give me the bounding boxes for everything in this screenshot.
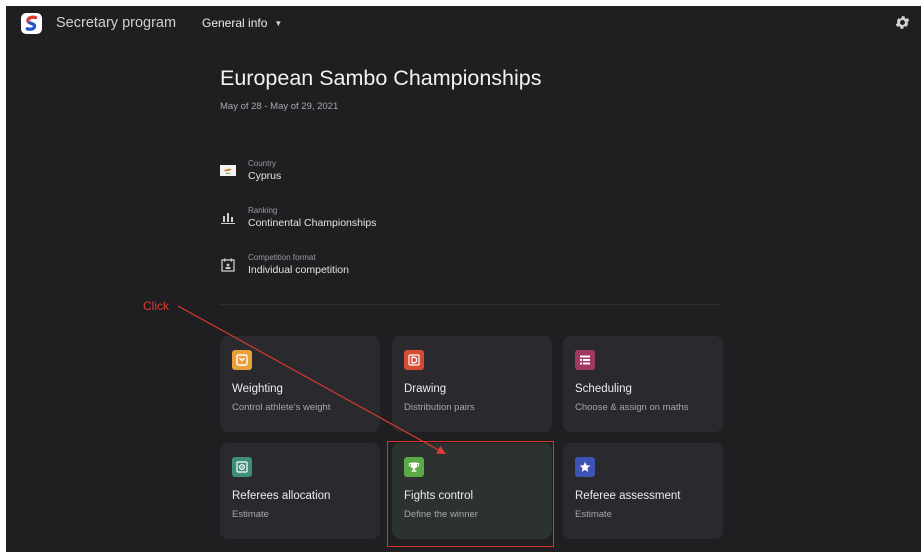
info-label: Ranking <box>248 206 278 215</box>
calendar-person-icon <box>219 256 236 273</box>
card-subtitle: Choose & assign on maths <box>575 402 689 413</box>
app-window: Secretary program General info ▼ Europea… <box>6 6 921 552</box>
card-drawing[interactable]: Drawing Distribution pairs <box>392 336 552 432</box>
event-title: European Sambo Championships <box>220 66 542 90</box>
info-country: Country Cyprus <box>219 158 281 183</box>
settings-gear-icon[interactable] <box>894 14 911 31</box>
target-icon <box>232 457 252 477</box>
card-subtitle: Control athlete's weight <box>232 402 331 413</box>
card-title: Scheduling <box>575 383 632 395</box>
card-title: Referee assessment <box>575 490 681 502</box>
app-logo-icon[interactable] <box>21 13 42 34</box>
divider <box>220 304 720 305</box>
info-label: Competition format <box>248 253 316 262</box>
scale-icon <box>232 350 252 370</box>
letter-d-icon <box>404 350 424 370</box>
general-info-label: General info <box>202 16 268 30</box>
card-title: Referees allocation <box>232 490 331 502</box>
card-subtitle: Estimate <box>232 509 269 520</box>
star-icon <box>575 457 595 477</box>
info-value: Individual competition <box>248 264 349 276</box>
event-dates: May of 28 - May of 29, 2021 <box>220 101 339 112</box>
card-title: Drawing <box>404 383 447 395</box>
card-title: Fights control <box>404 490 474 502</box>
list-icon <box>575 350 595 370</box>
card-subtitle: Define the winner <box>404 509 478 520</box>
card-title: Weighting <box>232 383 283 395</box>
bar-chart-icon <box>219 209 236 226</box>
card-referee-assessment[interactable]: Referee assessment Estimate <box>563 443 723 539</box>
card-fights-control[interactable]: Fights control Define the winner <box>392 443 552 539</box>
general-info-dropdown[interactable]: General info ▼ <box>202 16 282 30</box>
card-referees-allocation[interactable]: Referees allocation Estimate <box>220 443 380 539</box>
click-annotation-label: Click <box>143 299 169 313</box>
trophy-icon <box>404 457 424 477</box>
card-subtitle: Distribution pairs <box>404 402 475 413</box>
info-label: Country <box>248 159 277 168</box>
info-competition-format: Competition format Individual competitio… <box>219 252 349 277</box>
info-ranking: Ranking Continental Championships <box>219 205 376 230</box>
app-title: Secretary program <box>56 15 177 31</box>
caret-down-icon: ▼ <box>274 18 283 28</box>
info-value: Continental Championships <box>248 217 377 229</box>
cyprus-flag-icon <box>219 162 236 179</box>
card-scheduling[interactable]: Scheduling Choose & assign on maths <box>563 336 723 432</box>
card-weighting[interactable]: Weighting Control athlete's weight <box>220 336 380 432</box>
info-value: Cyprus <box>248 170 282 182</box>
card-subtitle: Estimate <box>575 509 612 520</box>
top-bar: Secretary program General info ▼ <box>6 6 921 40</box>
